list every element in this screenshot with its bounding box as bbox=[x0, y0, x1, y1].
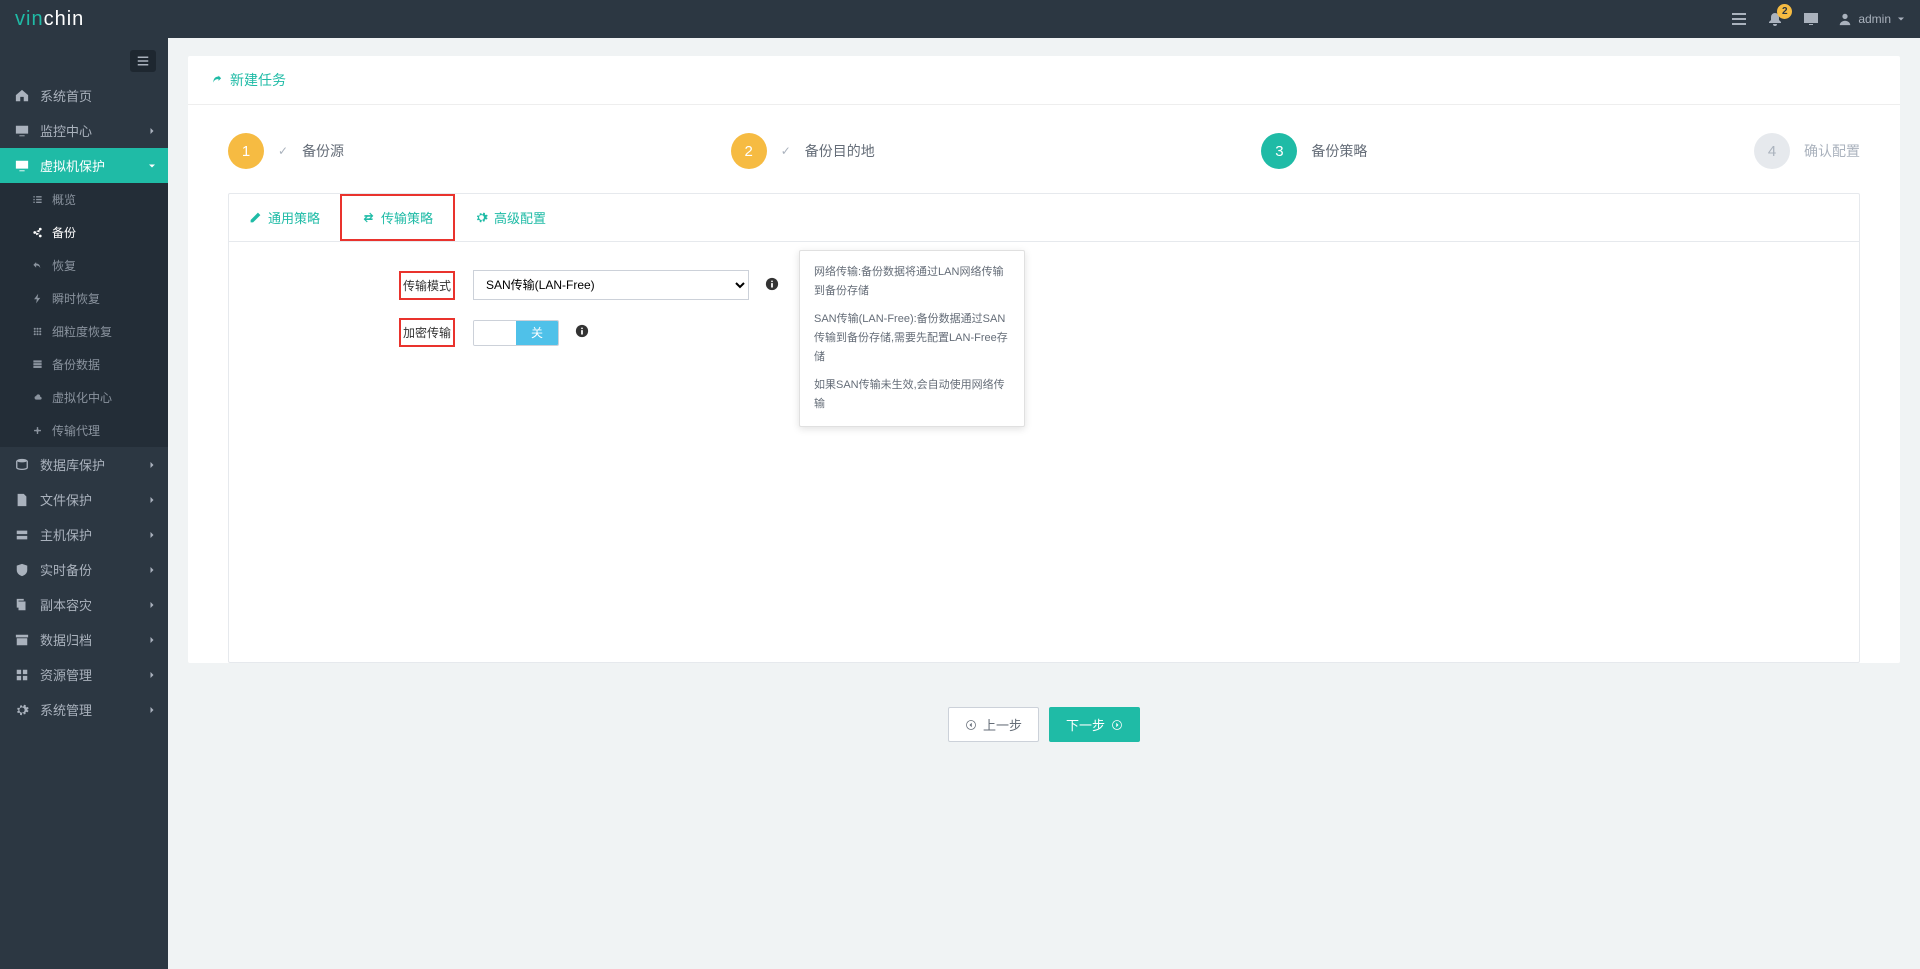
label-transport-mode: 传输模式 bbox=[399, 271, 455, 300]
swap-icon bbox=[362, 211, 375, 224]
main-content: 新建任务 1 ✓ 备份源 2 ✓ 备份目的地 3 备份策略 4 bbox=[168, 38, 1920, 969]
redo-icon bbox=[208, 73, 222, 87]
row-encrypt: 加密传输 关 bbox=[399, 318, 1819, 347]
step-2: 2 ✓ 备份目的地 bbox=[731, 133, 875, 169]
page-title: 新建任务 bbox=[230, 70, 286, 90]
policy-tabs: 通用策略 传输策略 高级配置 bbox=[229, 194, 1859, 242]
arrow-left-icon bbox=[965, 719, 977, 731]
sidebar-sub-backup[interactable]: 备份 bbox=[0, 216, 168, 249]
sidebar-item-host-protect[interactable]: 主机保护 bbox=[0, 517, 168, 552]
monitor-icon bbox=[14, 124, 30, 138]
select-transport-mode[interactable]: SAN传输(LAN-Free) bbox=[473, 270, 749, 300]
step-4: 4 确认配置 bbox=[1754, 133, 1860, 169]
sidebar-item-vm-protect[interactable]: 虚拟机保护 bbox=[0, 148, 168, 183]
gear-icon bbox=[475, 211, 488, 224]
sidebar-sub-agent[interactable]: 传输代理 bbox=[0, 414, 168, 447]
sidebar-sub-granular[interactable]: 细粒度恢复 bbox=[0, 315, 168, 348]
home-icon bbox=[14, 89, 30, 103]
sidebar-collapse-button[interactable] bbox=[0, 44, 168, 78]
step-3: 3 备份策略 bbox=[1261, 133, 1367, 169]
sidebar-item-home[interactable]: 系统首页 bbox=[0, 78, 168, 113]
sidebar-sub-instant-restore[interactable]: 瞬时恢复 bbox=[0, 282, 168, 315]
monitor-icon bbox=[14, 159, 30, 173]
pencil-icon bbox=[249, 211, 262, 224]
tooltip-transport-mode: 网络传输:备份数据将通过LAN网络传输到备份存储 SAN传输(LAN-Free)… bbox=[799, 250, 1025, 427]
wizard-footer: 上一步 下一步 bbox=[188, 683, 1900, 750]
prev-button[interactable]: 上一步 bbox=[948, 707, 1039, 742]
sidebar-item-monitor[interactable]: 监控中心 bbox=[0, 113, 168, 148]
toggle-encrypt[interactable]: 关 bbox=[473, 320, 559, 346]
sidebar-item-archive[interactable]: 数据归档 bbox=[0, 622, 168, 657]
display-icon[interactable] bbox=[1802, 10, 1820, 28]
sidebar: 系统首页 监控中心 虚拟机保护 概览 备份 恢复 瞬时恢复 细粒度恢复 备份数据… bbox=[0, 38, 168, 969]
label-encrypt: 加密传输 bbox=[399, 318, 455, 347]
sidebar-item-system[interactable]: 系统管理 bbox=[0, 692, 168, 727]
sidebar-item-realtime[interactable]: 实时备份 bbox=[0, 552, 168, 587]
sidebar-sub-restore[interactable]: 恢复 bbox=[0, 249, 168, 282]
info-icon[interactable] bbox=[765, 277, 779, 294]
row-transport-mode: 传输模式 SAN传输(LAN-Free) bbox=[399, 270, 1819, 300]
logo: vinchin bbox=[0, 0, 168, 38]
sidebar-item-db-protect[interactable]: 数据库保护 bbox=[0, 447, 168, 482]
tab-transport-policy[interactable]: 传输策略 bbox=[340, 194, 455, 241]
step-1: 1 ✓ 备份源 bbox=[228, 133, 344, 169]
next-button[interactable]: 下一步 bbox=[1049, 707, 1140, 742]
top-header: vinchin 2 admin bbox=[0, 0, 1920, 38]
notification-badge: 2 bbox=[1777, 4, 1792, 19]
sidebar-sub-backup-data[interactable]: 备份数据 bbox=[0, 348, 168, 381]
arrow-right-icon bbox=[1111, 719, 1123, 731]
header-list-icon[interactable] bbox=[1730, 10, 1748, 28]
sidebar-item-replica[interactable]: 副本容灾 bbox=[0, 587, 168, 622]
user-menu[interactable]: admin bbox=[1838, 12, 1905, 26]
panel-header: 新建任务 bbox=[188, 56, 1900, 105]
sidebar-sub-virtcenter[interactable]: 虚拟化中心 bbox=[0, 381, 168, 414]
sidebar-item-resource[interactable]: 资源管理 bbox=[0, 657, 168, 692]
tab-body: 传输模式 SAN传输(LAN-Free) 加密传输 关 bbox=[229, 242, 1859, 662]
notification-icon[interactable]: 2 bbox=[1766, 10, 1784, 28]
tab-general-policy[interactable]: 通用策略 bbox=[229, 194, 340, 241]
sidebar-item-file-protect[interactable]: 文件保护 bbox=[0, 482, 168, 517]
wizard-steps: 1 ✓ 备份源 2 ✓ 备份目的地 3 备份策略 4 确认配置 bbox=[188, 105, 1900, 193]
sidebar-submenu-vm: 概览 备份 恢复 瞬时恢复 细粒度恢复 备份数据 虚拟化中心 传输代理 bbox=[0, 183, 168, 447]
check-icon: ✓ bbox=[781, 144, 791, 158]
tab-advanced-config[interactable]: 高级配置 bbox=[455, 194, 566, 241]
sidebar-sub-overview[interactable]: 概览 bbox=[0, 183, 168, 216]
check-icon: ✓ bbox=[278, 144, 288, 158]
info-icon[interactable] bbox=[575, 324, 589, 341]
